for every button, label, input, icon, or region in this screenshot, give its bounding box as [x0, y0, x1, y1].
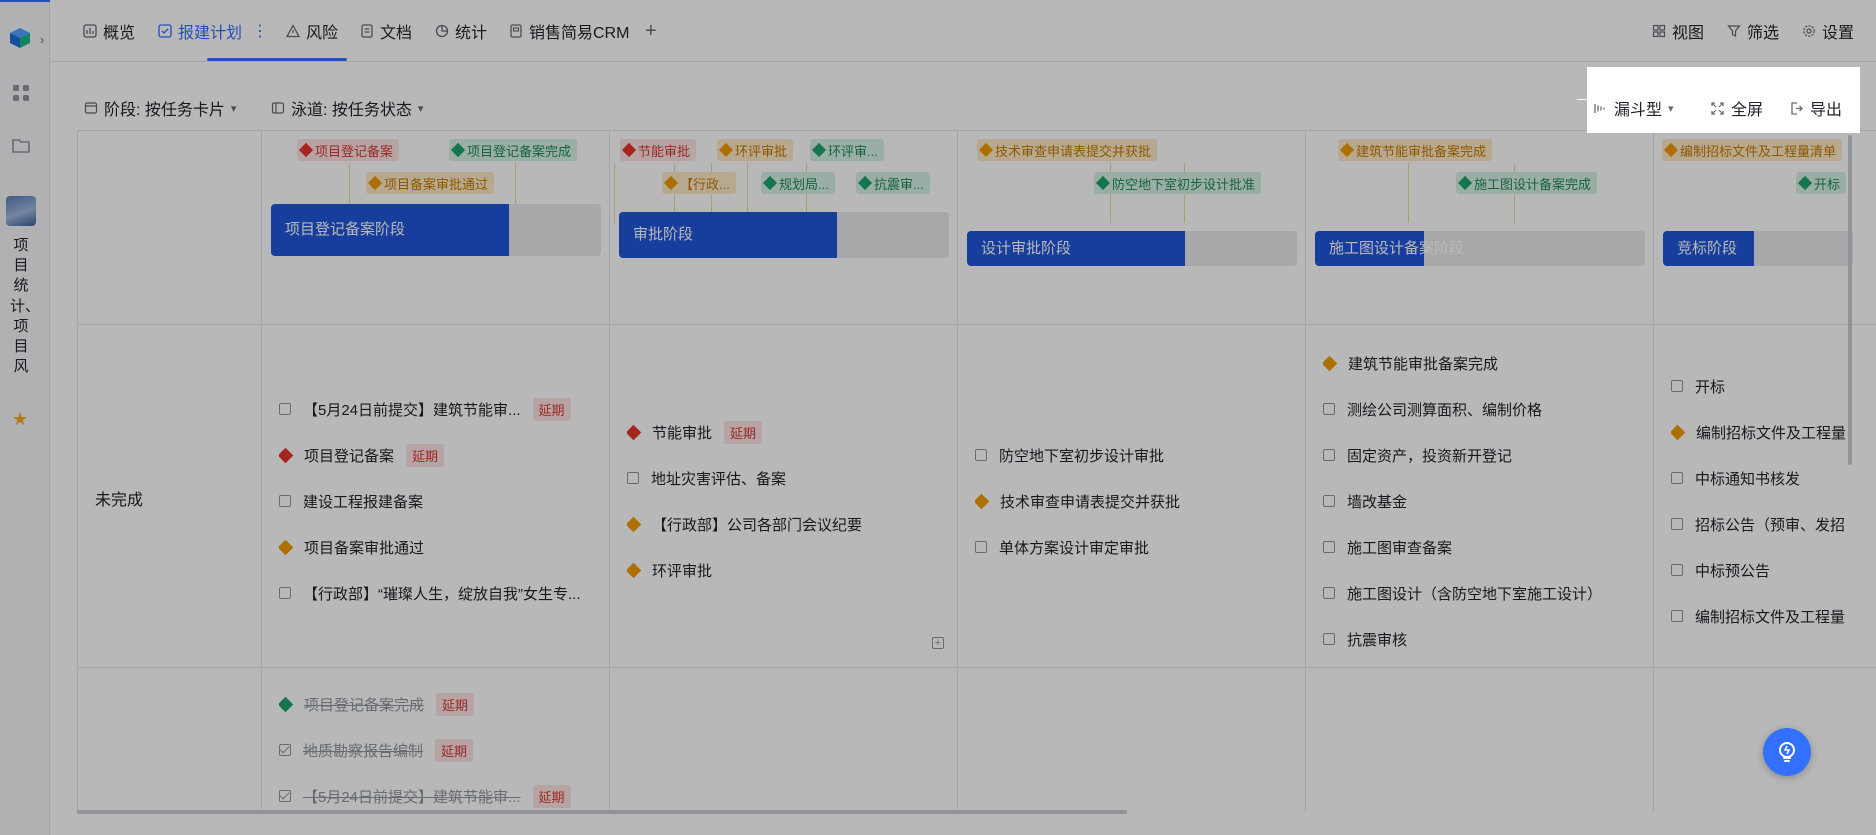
funnel-label: 漏斗型 [1614, 102, 1663, 119]
fullscreen-label: 全屏 [1731, 102, 1764, 119]
assistant-fab[interactable] [1763, 728, 1811, 776]
funnel-chart-icon [1594, 103, 1605, 113]
export-label: 导出 [1810, 102, 1843, 119]
funnel-view-selector[interactable]: 漏斗型 ▾ [1593, 96, 1674, 120]
fullscreen-button[interactable]: 全屏 [1710, 96, 1763, 120]
export-icon [1791, 101, 1803, 115]
lightbulb-icon [1779, 742, 1795, 762]
export-button[interactable]: 导出 [1789, 96, 1842, 120]
chevron-down-icon: ▾ [1668, 102, 1674, 115]
fullscreen-icon [1711, 101, 1724, 115]
